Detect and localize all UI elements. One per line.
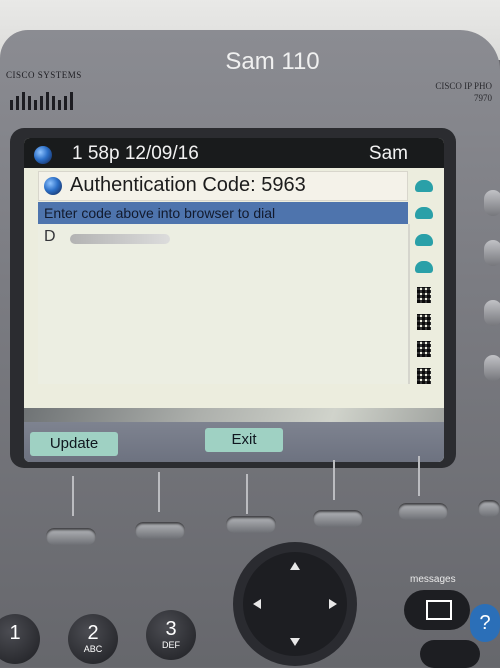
selected-list-item[interactable]: Enter code above into browser to dial [38,202,408,224]
help-button[interactable]: ? [470,604,500,642]
exit-softkey[interactable]: Exit [205,428,283,452]
navigation-pad[interactable] [243,552,347,656]
model-line-2: 7970 [474,93,492,103]
softkey-button-3[interactable] [226,516,276,533]
auth-code-title: Authentication Code: 5963 [70,174,306,196]
handset-icon [415,261,433,273]
line-label: Sam 110 [225,48,320,75]
softkey-bar: Update Exit [24,422,444,462]
cisco-logo: CISCO SYSTEMS [6,70,90,116]
instruction-text: Enter code above into browser to dial [44,205,276,221]
handset-icon [415,207,433,219]
update-softkey[interactable]: Update [30,432,118,456]
globe-icon [44,177,62,195]
key-letters: DEF [162,640,180,650]
line-2-icon [412,203,436,225]
line-3-icon [412,230,436,252]
softkey-button-4[interactable] [313,510,363,527]
line-5-icon [412,284,436,306]
redacted-number [70,234,170,244]
date-time: 1 58p 12/09/16 [72,143,199,164]
line-6-icon [412,311,436,333]
line-button-4[interactable] [484,355,500,381]
keypad-3[interactable]: 3 DEF [146,610,196,660]
line-7-icon [412,338,436,360]
softkey-divider [418,456,420,496]
softkey-button-1[interactable] [46,528,96,545]
list-item[interactable]: D [44,228,174,248]
line-button-1[interactable] [484,190,500,216]
messages-label: messages [410,574,456,585]
speed-dial-icon [417,368,431,384]
handset-icon [415,234,433,246]
softkey-button-2[interactable] [135,522,185,539]
speed-dial-icon [417,341,431,357]
service-title: Authentication Code: 5963 [38,171,408,201]
softkey-divider [72,476,74,516]
handset-icon [415,180,433,192]
service-list [38,224,410,384]
globe-icon [34,146,52,164]
key-number: 2 [87,622,99,644]
brand-text: CISCO SYSTEMS [6,70,82,80]
phone-screen: 1 58p 12/09/16 Sam Authentication Code: … [24,138,444,462]
dialed-prefix: D [44,228,56,245]
line-4-icon [412,257,436,279]
softkey-divider [333,460,335,500]
status-header: 1 58p 12/09/16 Sam [24,138,444,168]
line-button-2[interactable] [484,240,500,266]
line-8-icon [412,365,436,387]
envelope-icon [426,600,452,620]
model-line-1: CISCO IP PHO [435,81,492,91]
services-button[interactable] [420,640,480,668]
softkey-button-6[interactable] [478,500,500,517]
key-number: 1 [9,622,21,644]
key-number: 3 [165,618,177,640]
softkey-button-5[interactable] [398,503,448,520]
speed-dial-icon [417,314,431,330]
speed-dial-icon [417,287,431,303]
user-name: Sam [368,143,408,164]
line-1-icon [412,176,436,198]
keypad-2[interactable]: 2 ABC [68,614,118,664]
line-button-3[interactable] [484,300,500,326]
line-indicators [412,176,440,396]
nav-arrows-icon [253,562,337,646]
cisco-bars-icon [10,92,73,110]
key-letters: ABC [83,644,103,654]
softkey-divider [158,472,160,512]
softkey-divider [246,474,248,514]
model-label: CISCO IP PHO 7970 [435,80,492,104]
